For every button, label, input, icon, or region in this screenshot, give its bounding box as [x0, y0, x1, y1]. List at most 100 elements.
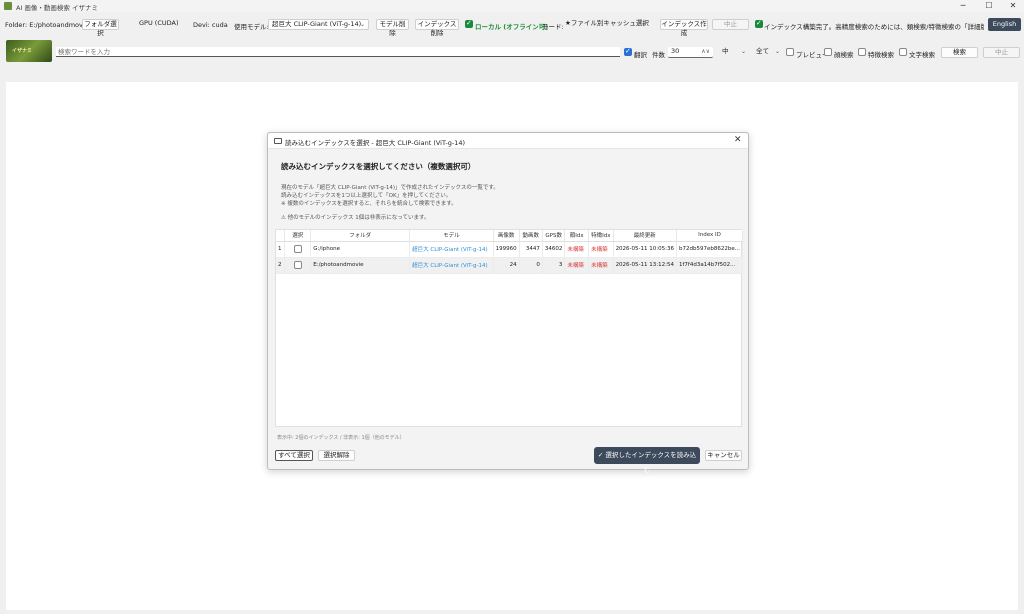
size-select[interactable]: 中 ⌄: [719, 47, 749, 58]
header-videos[interactable]: 動画数: [519, 230, 543, 242]
header-folder[interactable]: フォルダ: [310, 230, 411, 242]
dialog-warning: ⚠ 他のモデルのインデックス 1個は非表示になっています。: [281, 215, 430, 221]
window-title: AI 画像・動画検索 イザナミ: [16, 4, 98, 12]
feature-label: 特徴検索: [868, 51, 894, 59]
header-images[interactable]: 画像数: [493, 230, 520, 242]
model-select[interactable]: 超巨大 CLIP-Giant (ViT-g-14) ⌄: [268, 19, 369, 30]
header-model[interactable]: モデル: [409, 230, 494, 242]
spin-arrows-icon[interactable]: ∧∨: [701, 47, 710, 56]
mode-value: ★ファイル別キャッシュ選択: [565, 19, 649, 27]
preview-checkbox[interactable]: [786, 48, 794, 56]
chevron-down-icon: ⌄: [774, 48, 780, 55]
local-checkbox[interactable]: [465, 19, 473, 28]
maximize-button[interactable]: ☐: [978, 0, 1000, 12]
header-updated[interactable]: 最終更新: [613, 230, 677, 242]
row-checkbox[interactable]: [293, 261, 302, 269]
close-icon[interactable]: ✕: [734, 135, 742, 145]
index-delete-button[interactable]: インデックス削除: [415, 19, 459, 37]
row-checkbox[interactable]: [293, 245, 302, 253]
dialog-description-2: 読み込むインデックスを1つ以上選択して「OK」を押してください。: [281, 193, 452, 199]
row-gps: 3: [542, 257, 566, 274]
dialog-description-1: 現在のモデル「超巨大 CLIP-Giant (ViT-g-14)」で作成されたイ…: [281, 185, 499, 191]
local-label: ローカル (オフライン可): [475, 23, 549, 31]
header-gps[interactable]: GPS数: [542, 230, 566, 242]
text-search-label: 文字検索: [909, 51, 935, 59]
model-delete-button[interactable]: モデル削除: [376, 19, 409, 37]
model-value: 超巨大 CLIP-Giant (ViT-g-14): [272, 20, 362, 28]
english-button[interactable]: English: [988, 18, 1021, 31]
table-header: 選択 フォルダ モデル 画像数 動画数 GPS数 顔Idx 特徴Idx 最終更新…: [276, 230, 744, 242]
header-feature-idx[interactable]: 特徴Idx: [588, 230, 614, 242]
dialog-heading: 読み込むインデックスを選択してください（複数選択可）: [281, 162, 476, 171]
mode-select[interactable]: ★ファイル別キャッシュ選択 ⌄: [562, 19, 649, 30]
table-row[interactable]: 2 E:/photoandmovie 超巨大 CLIP-Giant (ViT-g…: [276, 257, 744, 274]
app-icon: [4, 2, 12, 10]
row-videos: 0: [519, 257, 543, 274]
folder-label: Folder: E:/photoandmovie: [5, 21, 89, 29]
row-folder: E:/photoandmovie: [310, 257, 411, 274]
row-model: 超巨大 CLIP-Giant (ViT-g-14): [409, 241, 494, 258]
count-value: 30: [671, 47, 680, 55]
row-folder: G:/iphone: [310, 241, 411, 258]
model-label: 使用モデル:: [234, 23, 269, 31]
header-select[interactable]: 選択: [284, 230, 312, 242]
toolbar-stop-button[interactable]: 中止: [712, 19, 749, 30]
count-spinbox[interactable]: 30 ∧∨: [668, 47, 713, 58]
mode-label: モード:: [542, 23, 564, 31]
row-updated: 2026-05-11 13:12:54: [613, 257, 677, 274]
text-checkbox[interactable]: [899, 48, 907, 56]
dialog-titlebar: 読み込むインデックスを選択 - 超巨大 CLIP-Giant (ViT-g-14…: [268, 133, 748, 149]
search-button[interactable]: 検索: [941, 47, 978, 58]
device-label: Devi: cuda: [193, 21, 228, 29]
index-create-button[interactable]: インデックス作成: [660, 19, 708, 37]
gpu-value: GPU (CUDA): [139, 19, 179, 27]
count-label: 件数: [652, 51, 665, 59]
header-face-idx[interactable]: 顔Idx: [564, 230, 590, 242]
translate-label: 翻訳: [634, 51, 647, 59]
translate-checkbox[interactable]: [624, 47, 632, 56]
size-value: 中: [722, 47, 729, 55]
chevron-down-icon: ⌄: [740, 48, 746, 55]
row-index-id: 1f7f4d3a14b7f502...: [676, 257, 744, 274]
cancel-button[interactable]: キャンセル: [705, 450, 742, 461]
row-model: 超巨大 CLIP-Giant (ViT-g-14): [409, 257, 494, 274]
header-index-id[interactable]: Index ID: [676, 230, 744, 242]
status-text: インデックス構築完了。高精度検索のためには、類検索/特徴検索の「詳細版類検索用: [764, 23, 984, 31]
index-table: 選択 フォルダ モデル 画像数 動画数 GPS数 顔Idx 特徴Idx 最終更新…: [275, 229, 744, 427]
window-titlebar: AI 画像・動画検索 イザナミ ─ ☐ ✕: [0, 0, 1024, 12]
row-number: 2: [276, 257, 286, 274]
load-index-button[interactable]: ✓ 選択したインデックスを読み込む: [594, 447, 700, 474]
row-updated: 2026-05-11 10:05:36: [613, 241, 677, 258]
row-feature-idx: 未構築: [588, 241, 614, 258]
row-face-idx: 未構築: [564, 257, 590, 274]
logo-text: イザナミ: [12, 48, 33, 54]
deselect-button[interactable]: 選択解除: [318, 450, 355, 461]
select-all-button[interactable]: すべて選択: [275, 450, 313, 461]
chevron-down-icon: ⌄: [359, 21, 365, 28]
row-number: 1: [276, 241, 286, 258]
minimize-button[interactable]: ─: [952, 0, 974, 12]
filter-select[interactable]: 全て ⌄: [753, 47, 783, 58]
status-checkbox[interactable]: [755, 19, 763, 28]
row-feature-idx: 未構築: [588, 257, 614, 274]
row-index-id: b72db597eb8622be...: [676, 241, 744, 258]
row-select-cell[interactable]: [284, 257, 312, 274]
table-footnote: 表示中: 2個のインデックス / 非表示: 1個（他のモデル）: [277, 435, 405, 441]
face-checkbox[interactable]: [824, 48, 832, 56]
row-videos: 3447: [519, 241, 543, 258]
folder-icon: [274, 138, 282, 144]
row-select-cell[interactable]: [284, 241, 312, 258]
search-input[interactable]: [56, 47, 620, 57]
gpu-select[interactable]: GPU (CUDA): [136, 19, 186, 30]
row-images: 24: [493, 257, 520, 274]
feature-checkbox[interactable]: [858, 48, 866, 56]
index-select-dialog: 読み込むインデックスを選択 - 超巨大 CLIP-Giant (ViT-g-14…: [267, 132, 749, 474]
table-row[interactable]: 1 G:/iphone 超巨大 CLIP-Giant (ViT-g-14) 19…: [276, 241, 744, 258]
search-stop-button[interactable]: 中止: [983, 47, 1020, 58]
row-face-idx: 未構築: [564, 241, 590, 258]
row-gps: 34602: [542, 241, 566, 258]
chevron-down-icon: ⌄: [640, 20, 646, 27]
folder-select-button[interactable]: フォルダ選択: [82, 19, 119, 37]
close-window-button[interactable]: ✕: [1002, 0, 1024, 12]
row-images: 199960: [493, 241, 520, 258]
